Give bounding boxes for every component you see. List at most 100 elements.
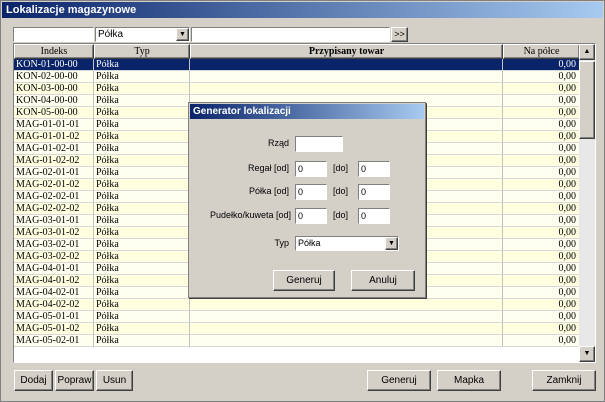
cell-index: KON-03-00-00 xyxy=(14,83,94,95)
grid-scrollbar[interactable]: ▲ ▼ xyxy=(579,44,595,362)
cell-index: MAG-04-02-01 xyxy=(14,287,94,299)
cell-type: Półka xyxy=(94,155,190,167)
cell-on-shelf: 0,00 xyxy=(503,299,580,311)
edit-button[interactable]: Popraw xyxy=(55,370,94,391)
cell-on-shelf: 0,00 xyxy=(503,71,580,83)
cell-type: Półka xyxy=(94,107,190,119)
cell-index: MAG-04-01-02 xyxy=(14,275,94,287)
cell-type: Półka xyxy=(94,239,190,251)
rack-from-input[interactable]: 0 xyxy=(295,161,327,177)
cell-on-shelf: 0,00 xyxy=(503,215,580,227)
scroll-up-icon[interactable]: ▲ xyxy=(579,44,595,60)
chevron-down-icon[interactable]: ▼ xyxy=(176,28,189,41)
location-generator-dialog: Generator lokalizacji Rząd Regał [od] 0 … xyxy=(188,102,426,298)
dialog-title: Generator lokalizacji xyxy=(190,104,424,119)
scroll-thumb[interactable] xyxy=(579,61,595,139)
shelf-to-input[interactable]: 0 xyxy=(358,184,390,200)
cell-type: Półka xyxy=(94,71,190,83)
main-window: Lokalizacje magazynowe Półka ▼ >> Indeks… xyxy=(0,0,605,402)
table-row[interactable]: MAG-04-02-02 Półka 0,00 xyxy=(14,299,580,311)
add-button[interactable]: Dodaj xyxy=(14,370,53,391)
close-button[interactable]: Zamknij xyxy=(532,370,596,391)
cell-on-shelf: 0,00 xyxy=(503,263,580,275)
cell-index: MAG-02-01-01 xyxy=(14,167,94,179)
delete-button[interactable]: Usun xyxy=(96,370,133,391)
cell-index: MAG-01-02-02 xyxy=(14,155,94,167)
cell-assigned-item xyxy=(190,83,503,95)
row-input[interactable] xyxy=(295,136,343,152)
column-header-index[interactable]: Indeks xyxy=(14,44,94,59)
cell-on-shelf: 0,00 xyxy=(503,227,580,239)
cell-on-shelf: 0,00 xyxy=(503,179,580,191)
cell-type: Półka xyxy=(94,323,190,335)
filter-go-button[interactable]: >> xyxy=(391,27,408,42)
table-row[interactable]: MAG-05-02-01 Półka 0,00 xyxy=(14,335,580,347)
dialog-cancel-button[interactable]: Anuluj xyxy=(351,270,415,291)
cell-index: MAG-01-02-01 xyxy=(14,143,94,155)
filter-text-input[interactable] xyxy=(191,27,390,42)
shelf-label: Półka [od] xyxy=(248,186,289,196)
table-row[interactable]: KON-01-00-00 Półka 0,00 xyxy=(14,59,580,71)
cell-type: Półka xyxy=(94,191,190,203)
cell-on-shelf: 0,00 xyxy=(503,311,580,323)
table-row[interactable]: MAG-05-01-01 Półka 0,00 xyxy=(14,311,580,323)
cell-on-shelf: 0,00 xyxy=(503,59,580,71)
rack-to-input[interactable]: 0 xyxy=(358,161,390,177)
cell-index: MAG-02-02-01 xyxy=(14,191,94,203)
scroll-down-icon[interactable]: ▼ xyxy=(579,346,595,362)
column-header-type[interactable]: Typ xyxy=(94,44,190,59)
cell-index: KON-02-00-00 xyxy=(14,71,94,83)
cell-assigned-item xyxy=(190,323,503,335)
dialog-generate-button[interactable]: Generuj xyxy=(273,270,335,291)
filter-type-select[interactable]: Półka ▼ xyxy=(95,27,190,42)
cell-index: MAG-05-01-01 xyxy=(14,311,94,323)
cell-index: MAG-03-01-01 xyxy=(14,215,94,227)
cell-index: MAG-02-01-02 xyxy=(14,179,94,191)
cell-type: Półka xyxy=(94,95,190,107)
column-header-on-shelf[interactable]: Na półce xyxy=(503,44,580,59)
cell-index: MAG-04-02-02 xyxy=(14,299,94,311)
cell-on-shelf: 0,00 xyxy=(503,155,580,167)
table-row[interactable]: KON-02-00-00 Półka 0,00 xyxy=(14,71,580,83)
cell-type: Półka xyxy=(94,275,190,287)
cell-type: Półka xyxy=(94,167,190,179)
chevron-down-icon[interactable]: ▼ xyxy=(385,237,398,250)
cell-on-shelf: 0,00 xyxy=(503,107,580,119)
generate-button[interactable]: Generuj xyxy=(367,370,431,391)
row-label: Rząd xyxy=(267,138,289,148)
cell-type: Półka xyxy=(94,299,190,311)
cell-on-shelf: 0,00 xyxy=(503,287,580,299)
filter-index-input[interactable] xyxy=(13,27,94,42)
cell-type: Półka xyxy=(94,335,190,347)
shelf-to-label: [do] xyxy=(333,186,349,196)
cell-index: KON-04-00-00 xyxy=(14,95,94,107)
map-button[interactable]: Mapka xyxy=(437,370,501,391)
column-header-assigned-item[interactable]: Przypisany towar xyxy=(190,44,503,59)
cell-index: MAG-03-01-02 xyxy=(14,227,94,239)
cell-index: MAG-03-02-01 xyxy=(14,239,94,251)
cell-type: Półka xyxy=(94,251,190,263)
box-from-input[interactable]: 0 xyxy=(295,208,327,224)
cell-on-shelf: 0,00 xyxy=(503,167,580,179)
cell-type: Półka xyxy=(94,203,190,215)
cell-assigned-item xyxy=(190,299,503,311)
box-to-input[interactable]: 0 xyxy=(358,208,390,224)
table-row[interactable]: MAG-05-01-02 Półka 0,00 xyxy=(14,323,580,335)
cell-type: Półka xyxy=(94,311,190,323)
cell-on-shelf: 0,00 xyxy=(503,143,580,155)
cell-type: Półka xyxy=(94,227,190,239)
table-row[interactable]: KON-03-00-00 Półka 0,00 xyxy=(14,83,580,95)
cell-type: Półka xyxy=(94,263,190,275)
cell-on-shelf: 0,00 xyxy=(503,119,580,131)
type-select[interactable]: Półka ▼ xyxy=(295,236,399,251)
cell-type: Półka xyxy=(94,119,190,131)
cell-type: Półka xyxy=(94,131,190,143)
shelf-from-input[interactable]: 0 xyxy=(295,184,327,200)
cell-on-shelf: 0,00 xyxy=(503,239,580,251)
cell-on-shelf: 0,00 xyxy=(503,275,580,287)
cell-on-shelf: 0,00 xyxy=(503,323,580,335)
cell-type: Półka xyxy=(94,83,190,95)
type-select-value: Półka xyxy=(298,238,321,248)
cell-on-shelf: 0,00 xyxy=(503,251,580,263)
cell-assigned-item xyxy=(190,59,503,71)
